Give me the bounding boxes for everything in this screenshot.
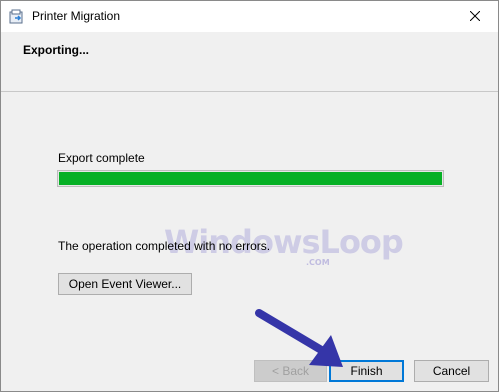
window-title: Printer Migration: [32, 9, 121, 23]
close-icon: [469, 10, 481, 24]
printer-migration-dialog: Printer Migration Exporting... Export co…: [0, 0, 499, 392]
wizard-header: Exporting...: [1, 32, 498, 91]
watermark-logo-sub: .COM: [306, 258, 330, 267]
header-divider: [1, 91, 498, 92]
progress-bar: [57, 170, 444, 187]
annotation-arrow-icon: [255, 309, 343, 367]
open-event-viewer-button[interactable]: Open Event Viewer...: [58, 273, 192, 295]
title-bar: Printer Migration: [1, 1, 498, 32]
page-title: Exporting...: [23, 43, 89, 57]
completion-message: The operation completed with no errors.: [58, 239, 271, 253]
close-button[interactable]: [452, 1, 498, 32]
cancel-button[interactable]: Cancel: [414, 360, 489, 382]
printer-migration-icon: [9, 9, 25, 25]
progress-bar-fill: [59, 172, 442, 185]
progress-label: Export complete: [58, 151, 145, 165]
